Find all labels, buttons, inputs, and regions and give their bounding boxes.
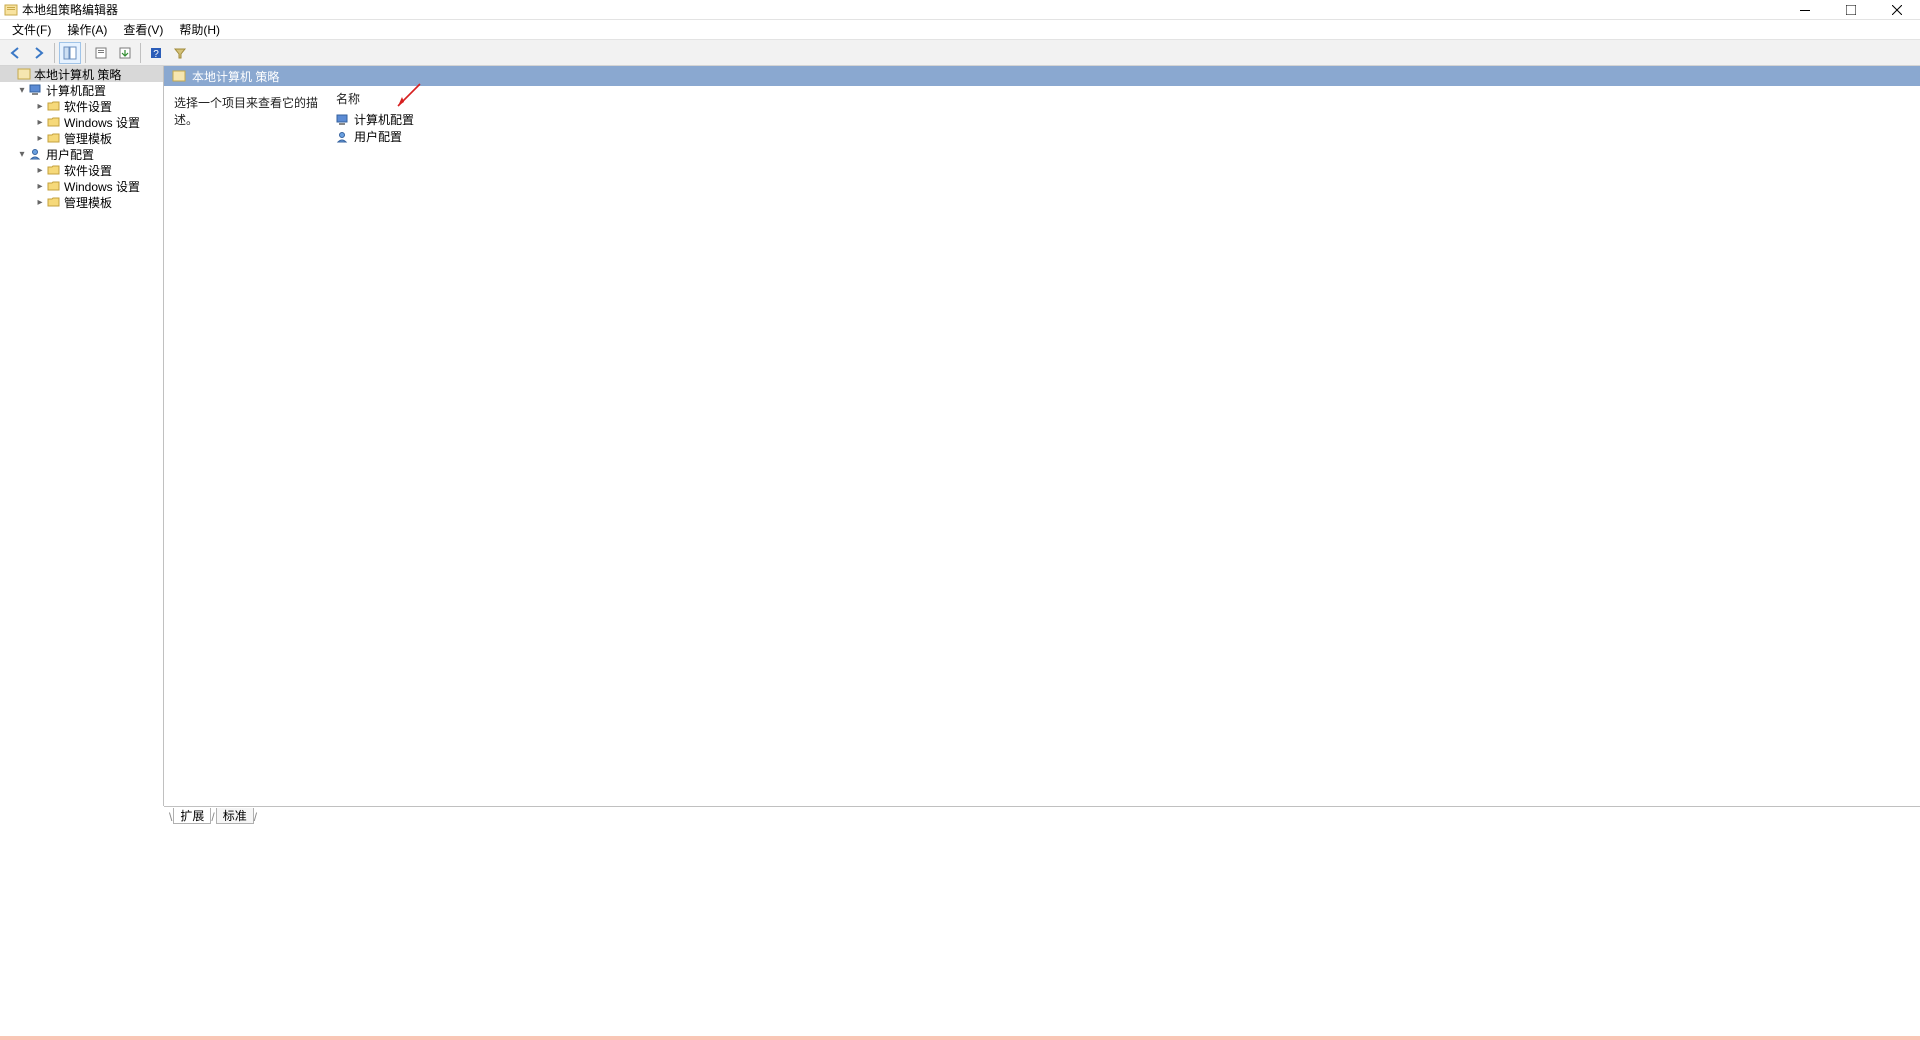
window-title: 本地组策略编辑器 — [22, 1, 118, 18]
details-title: 本地计算机 策略 — [192, 68, 279, 85]
tree-node-label: 软件设置 — [64, 162, 112, 179]
policy-icon — [16, 67, 32, 81]
computer-icon — [28, 83, 44, 97]
minimize-button[interactable] — [1782, 0, 1828, 19]
toolbar-separator — [140, 43, 141, 63]
tree-node-label: 本地计算机 策略 — [34, 66, 121, 83]
details-pane: 本地计算机 策略 选择一个项目来查看它的描述。 名称 计算机配置 用 — [164, 66, 1920, 806]
list-item-label: 用户配置 — [354, 128, 402, 145]
chevron-right-icon[interactable]: ▸ — [34, 197, 46, 208]
status-bar — [0, 1036, 1920, 1040]
column-header-name[interactable]: 名称 — [336, 90, 360, 107]
menu-view[interactable]: 查看(V) — [115, 19, 171, 40]
folder-icon — [46, 99, 62, 113]
list-item-user-config[interactable]: 用户配置 — [336, 128, 1914, 145]
menu-help[interactable]: 帮助(H) — [171, 19, 228, 40]
chevron-right-icon[interactable]: ▸ — [34, 101, 46, 112]
chevron-right-icon[interactable]: ▸ — [34, 117, 46, 128]
computer-icon — [336, 114, 350, 126]
menu-action[interactable]: 操作(A) — [59, 19, 115, 40]
chevron-down-icon[interactable]: ▾ — [16, 149, 28, 160]
menu-bar: 文件(F) 操作(A) 查看(V) 帮助(H) — [0, 20, 1920, 40]
filter-button[interactable] — [169, 42, 191, 64]
properties-button[interactable] — [90, 42, 112, 64]
tree-node-windows-settings[interactable]: ▸ Windows 设置 — [0, 114, 163, 130]
tree-node-windows-settings-user[interactable]: ▸ Windows 设置 — [0, 178, 163, 194]
tree-node-computer-config[interactable]: ▾ 计算机配置 — [0, 82, 163, 98]
view-tabs: \ 扩展 / 标准 / — [164, 806, 1920, 824]
tree-node-admin-templates-user[interactable]: ▸ 管理模板 — [0, 194, 163, 210]
tree-node-label: 软件设置 — [64, 98, 112, 115]
toolbar-separator — [85, 43, 86, 63]
toolbar-separator — [54, 43, 55, 63]
chevron-right-icon[interactable]: ▸ — [34, 165, 46, 176]
folder-icon — [46, 115, 62, 129]
chevron-down-icon[interactable]: ▾ — [16, 85, 28, 96]
folder-icon — [46, 131, 62, 145]
help-button[interactable]: ? — [145, 42, 167, 64]
menu-file[interactable]: 文件(F) — [4, 19, 59, 40]
toolbar: ? — [0, 40, 1920, 66]
tree-node-label: 管理模板 — [64, 130, 112, 147]
description-column: 选择一个项目来查看它的描述。 — [164, 86, 330, 806]
tree-node-label: Windows 设置 — [64, 178, 140, 195]
annotation-arrow-icon — [392, 82, 422, 112]
tree-node-root[interactable]: 本地计算机 策略 — [0, 66, 163, 82]
tree-pane: 本地计算机 策略 ▾ 计算机配置 ▸ 软件设置 ▸ Windows 设置 ▸ — [0, 66, 164, 806]
maximize-button[interactable] — [1828, 0, 1874, 19]
close-button[interactable] — [1874, 0, 1920, 19]
tree-node-user-config[interactable]: ▾ 用户配置 — [0, 146, 163, 162]
chevron-right-icon[interactable]: ▸ — [34, 181, 46, 192]
tree-node-label: 计算机配置 — [46, 82, 106, 99]
folder-icon — [46, 195, 62, 209]
tree-node-software-settings-user[interactable]: ▸ 软件设置 — [0, 162, 163, 178]
forward-button[interactable] — [28, 42, 50, 64]
tree-node-label: 用户配置 — [46, 146, 94, 163]
list-item-computer-config[interactable]: 计算机配置 — [336, 111, 1914, 128]
tab-extended[interactable]: 扩展 — [173, 808, 211, 824]
svg-text:?: ? — [153, 49, 159, 60]
tree-node-label: Windows 设置 — [64, 114, 140, 131]
back-button[interactable] — [4, 42, 26, 64]
tab-standard[interactable]: 标准 — [216, 808, 254, 824]
details-header: 本地计算机 策略 — [164, 66, 1920, 86]
list-column: 名称 计算机配置 用户配置 — [330, 86, 1920, 806]
export-list-button[interactable] — [114, 42, 136, 64]
policy-icon — [172, 69, 186, 83]
description-text: 选择一个项目来查看它的描述。 — [174, 96, 318, 127]
folder-icon — [46, 179, 62, 193]
tree-node-label: 管理模板 — [64, 194, 112, 211]
user-icon — [336, 131, 350, 143]
app-icon — [4, 3, 18, 17]
title-bar: 本地组策略编辑器 — [0, 0, 1920, 20]
tree-node-admin-templates[interactable]: ▸ 管理模板 — [0, 130, 163, 146]
list-item-label: 计算机配置 — [354, 111, 414, 128]
tree-node-software-settings[interactable]: ▸ 软件设置 — [0, 98, 163, 114]
show-tree-button[interactable] — [59, 42, 81, 64]
folder-icon — [46, 163, 62, 177]
user-icon — [28, 147, 44, 161]
chevron-right-icon[interactable]: ▸ — [34, 133, 46, 144]
